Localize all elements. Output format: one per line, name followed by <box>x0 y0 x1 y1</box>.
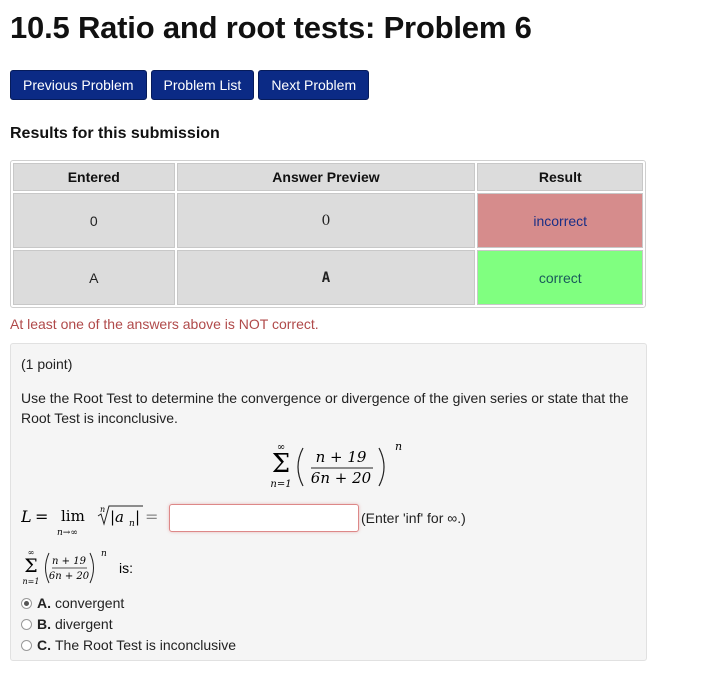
results-table: Entered Answer Preview Result 0 0 incorr… <box>10 160 646 308</box>
sum-lower: n=1 <box>270 479 291 490</box>
radio-convergent[interactable] <box>21 597 32 609</box>
sum-sigma-icon: Σ <box>272 449 290 479</box>
option-inconclusive[interactable]: C. The Root Test is inconclusive <box>21 637 236 653</box>
header-entered: Entered <box>13 163 175 191</box>
option-label: The Root Test is inconclusive <box>55 637 237 653</box>
result-cell-correct: correct <box>477 250 643 305</box>
series-exponent: n <box>395 442 402 453</box>
preview-cell: 0 <box>176 193 476 248</box>
limit-L: L <box>21 507 32 526</box>
series-is-label: is: <box>119 560 133 576</box>
page-title: 10.5 Ratio and root tests: Problem 6 <box>10 10 532 45</box>
right-paren-icon <box>378 447 385 487</box>
limit-equals: = <box>35 507 48 526</box>
header-answer-preview: Answer Preview <box>176 163 476 191</box>
table-row: 0 0 incorrect <box>13 193 643 248</box>
results-header-row: Entered Answer Preview Result <box>13 163 643 191</box>
results-title: Results for this submission <box>10 125 220 142</box>
series-denominator-small: 6n + 20 <box>49 571 90 582</box>
radio-inconclusive[interactable] <box>21 639 32 651</box>
next-problem-button[interactable]: Next Problem <box>258 70 370 100</box>
limit-answer-input[interactable] <box>169 504 359 532</box>
result-cell-incorrect: incorrect <box>477 193 643 248</box>
sum-lower-small: n=1 <box>23 577 40 586</box>
limit-sub: n→∞ <box>57 528 78 538</box>
limit-lim: lim <box>61 507 85 525</box>
series-numerator-small: n + 19 <box>52 556 87 567</box>
problem-navigation: Previous Problem Problem List Next Probl… <box>10 70 370 100</box>
option-label: divergent <box>55 616 113 632</box>
entered-cell: A <box>13 250 175 305</box>
option-divergent[interactable]: B. divergent <box>21 616 113 632</box>
root-term-end: | <box>135 508 140 526</box>
limit-equals-2: = <box>145 507 158 526</box>
preview-cell: A <box>176 250 476 305</box>
table-row: A A correct <box>13 250 643 305</box>
option-letter: C. <box>37 637 51 653</box>
series-formula-small: ∞ Σ n=1 n + 19 6n + 20 n is: <box>23 548 133 586</box>
option-label: convergent <box>55 595 125 611</box>
previous-problem-button[interactable]: Previous Problem <box>10 70 147 100</box>
radio-divergent[interactable] <box>21 618 32 630</box>
right-paren-small-icon <box>89 552 94 584</box>
left-paren-icon <box>297 447 304 487</box>
series-exponent-small: n <box>101 549 107 559</box>
problem-statement: Use the Root Test to determine the conve… <box>21 390 629 426</box>
option-convergent[interactable]: A. convergent <box>21 595 124 611</box>
incorrect-warning: At least one of the answers above is NOT… <box>10 316 319 332</box>
problem-points: (1 point) <box>21 356 73 372</box>
series-formula: ∞ Σ n=1 n + 19 6n + 20 n <box>270 442 402 490</box>
sum-sigma-small-icon: Σ <box>24 555 37 577</box>
series-numerator: n + 19 <box>316 448 367 466</box>
option-letter: A. <box>37 595 51 611</box>
header-result: Result <box>477 163 643 191</box>
limit-expression: L = lim n→∞ n |a n | = <box>21 505 158 538</box>
entered-cell: 0 <box>13 193 175 248</box>
option-letter: B. <box>37 616 51 632</box>
limit-row: L = lim n→∞ n |a n | = (Enter 'inf' for … <box>21 502 641 538</box>
root-term: |a <box>110 508 124 526</box>
problem-panel: (1 point) Use the Root Test to determine… <box>10 343 647 661</box>
series-denominator: 6n + 20 <box>311 469 372 487</box>
problem-list-button[interactable]: Problem List <box>150 70 255 100</box>
answer-hint: (Enter 'inf' for ∞.) <box>361 510 466 526</box>
root-index: n <box>100 505 105 514</box>
